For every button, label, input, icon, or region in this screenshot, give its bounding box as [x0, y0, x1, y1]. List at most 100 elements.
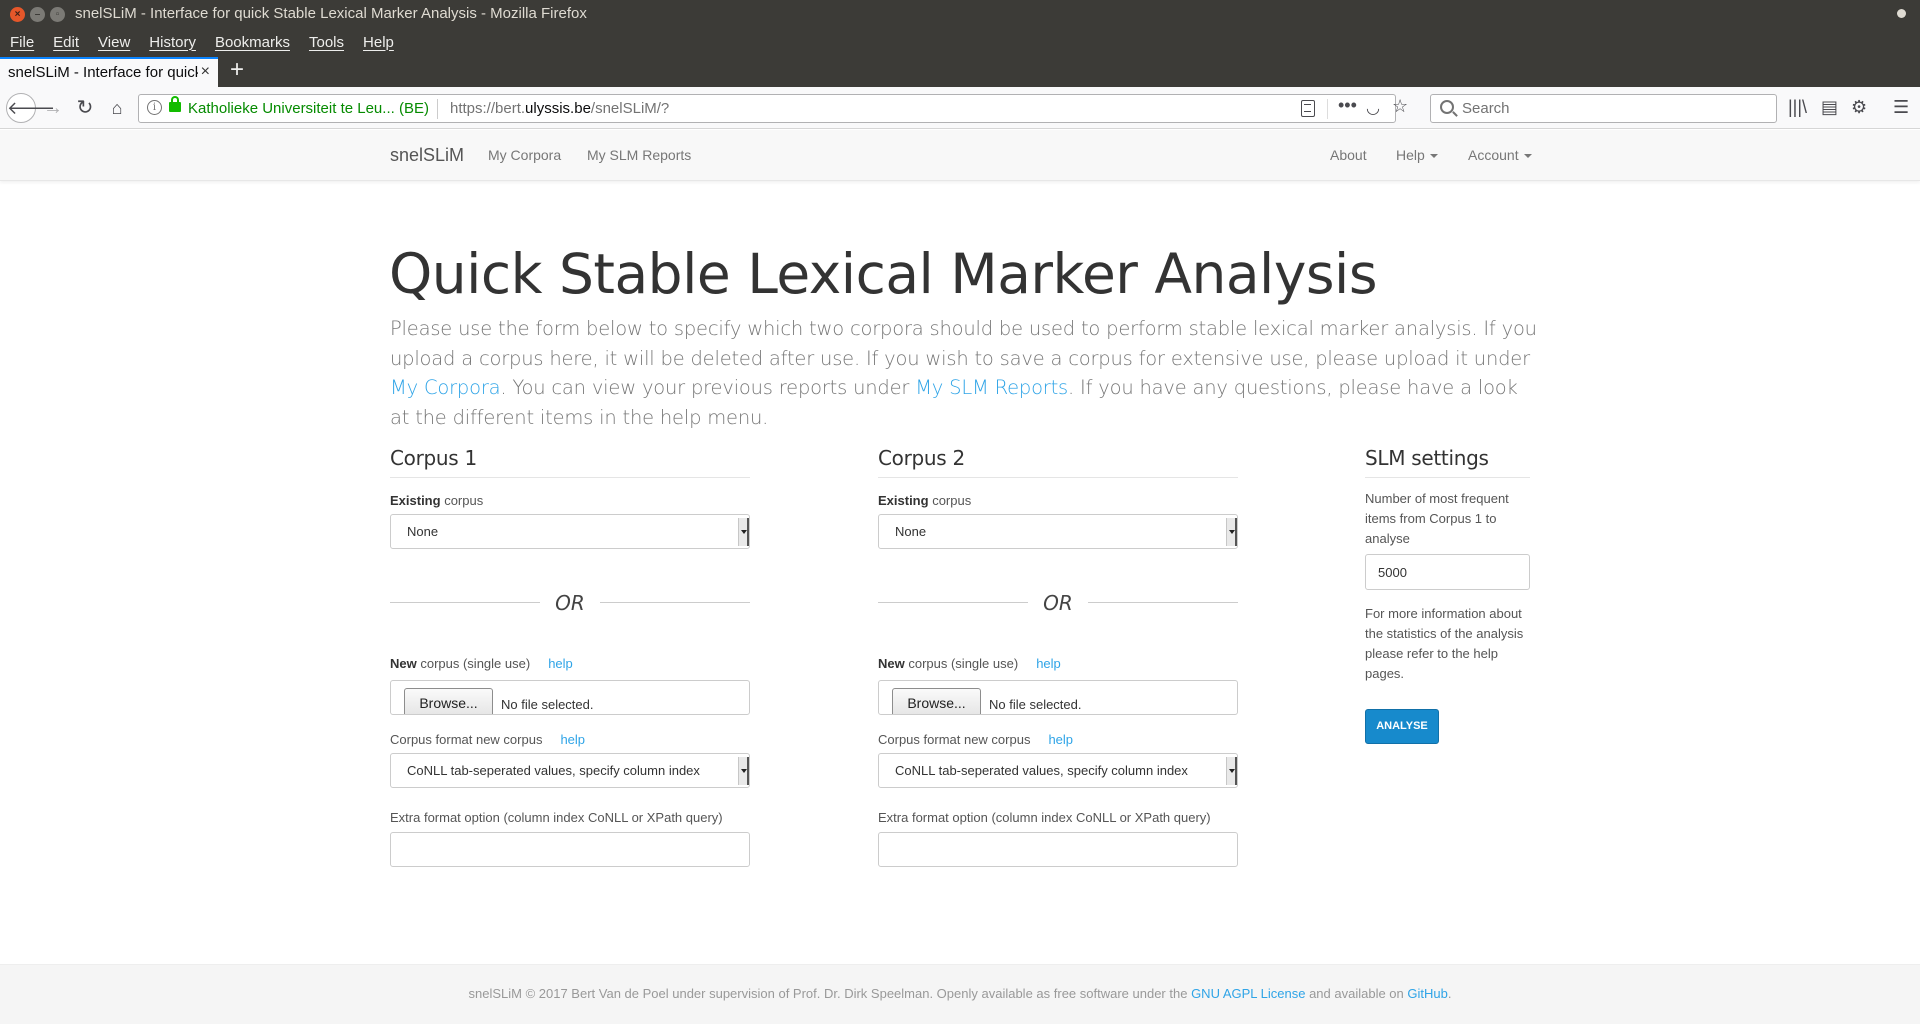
home-button[interactable]: ⌂: [104, 95, 130, 121]
link-my-corpora[interactable]: My Corpora: [390, 376, 501, 399]
url-text[interactable]: https://bert.ulyssis.be/snelSLiM/?: [450, 100, 669, 117]
url-prefix: https://bert.: [450, 100, 526, 117]
bookmark-star-icon[interactable]: ☆: [1392, 96, 1408, 117]
urlbar-divider-2: [1327, 99, 1328, 119]
menu-edit[interactable]: Edit: [53, 34, 79, 51]
menu-view[interactable]: View: [98, 34, 130, 51]
search-bar[interactable]: Search: [1430, 94, 1777, 123]
dropdown-arrow-icon: [1226, 518, 1237, 546]
link-my-slm-reports[interactable]: My SLM Reports: [915, 376, 1068, 399]
site-footer: snelSLiM © 2017 Bert Van de Poel under s…: [0, 964, 1920, 1024]
chevron-down-icon: [1429, 154, 1438, 159]
nav-about[interactable]: About: [1330, 147, 1367, 163]
intro-text-part: Please use the form below to specify whi…: [390, 317, 1537, 370]
nav-account-label: Account: [1468, 147, 1519, 163]
url-path: /snelSLiM/?: [590, 100, 670, 117]
menu-help[interactable]: Help: [363, 34, 394, 51]
footer-text: .: [1447, 986, 1452, 1001]
corpus2-existing-label: Existing corpus: [878, 493, 971, 508]
site-navbar: snelSLiM My Corpora My SLM Reports About…: [0, 130, 1920, 181]
label-bold: New: [390, 656, 417, 671]
search-placeholder: Search: [1462, 100, 1510, 117]
lock-icon: [169, 96, 181, 112]
corpus2-format-select[interactable]: CoNLL tab-seperated values, specify colu…: [878, 753, 1238, 788]
corpus2-extra-label: Extra format option (column index CoNLL …: [878, 810, 1211, 825]
nav-my-corpora[interactable]: My Corpora: [488, 147, 561, 163]
corpus1-file-input[interactable]: Browse... No file selected.: [390, 680, 750, 715]
label-bold: Existing: [390, 493, 441, 508]
corpus1-new-help-link[interactable]: help: [548, 656, 573, 671]
label-text: Corpus format new corpus: [390, 732, 543, 747]
forward-button[interactable]: →: [40, 95, 66, 121]
back-button[interactable]: 🡐: [6, 93, 55, 123]
corpus2-new-label: New corpus (single use) help: [878, 656, 1061, 671]
url-bar[interactable]: i Katholieke Universiteit te Leu... (BE)…: [138, 94, 1408, 123]
pocket-icon[interactable]: ◡: [1366, 98, 1380, 118]
corpus1-format-label: Corpus format new corpus help: [390, 732, 585, 747]
tab-active[interactable]: snelSLiM - Interface for quick Stable Le…: [0, 57, 218, 87]
menubar: File Edit View History Bookmarks Tools H…: [0, 29, 1920, 55]
site-info-icon[interactable]: i: [147, 100, 162, 115]
slm-settings-heading: SLM settings: [1365, 446, 1530, 478]
corpus2-section: Corpus 2 Existing corpus None OR New cor…: [878, 446, 1238, 867]
corpus2-format-help-link[interactable]: help: [1048, 732, 1073, 747]
corpus2-file-input[interactable]: Browse... No file selected.: [878, 680, 1238, 715]
menu-history[interactable]: History: [149, 34, 196, 51]
settings-info-text: For more information about the statistic…: [1365, 606, 1524, 681]
window-minimize-button[interactable]: –: [30, 7, 45, 22]
or-divider: OR: [878, 591, 1238, 615]
corpus1-format-select[interactable]: CoNLL tab-seperated values, specify colu…: [390, 753, 750, 788]
site-identity[interactable]: Katholieke Universiteit te Leu... (BE): [188, 100, 429, 117]
footer-text: snelSLiM © 2017 Bert Van de Poel under s…: [468, 986, 1192, 1001]
reload-button[interactable]: ↻: [72, 95, 98, 121]
label-rest: corpus: [440, 493, 484, 508]
corpus2-heading: Corpus 2: [878, 446, 1238, 478]
corpus1-extra-label: Extra format option (column index CoNLL …: [390, 810, 723, 825]
menu-file[interactable]: File: [10, 34, 34, 51]
window-maximize-button[interactable]: ▫: [50, 7, 65, 22]
library-icon[interactable]: |||\: [1788, 97, 1807, 117]
select-value: None: [895, 524, 927, 539]
tab-close-icon[interactable]: ×: [201, 63, 210, 81]
sidebar-icon[interactable]: ▤: [1821, 97, 1838, 117]
label-rest: corpus: [928, 493, 972, 508]
corpus2-new-help-link[interactable]: help: [1036, 656, 1061, 671]
frequency-input[interactable]: 5000: [1365, 554, 1530, 590]
analyse-button[interactable]: ANALYSE: [1365, 709, 1439, 744]
nav-account-dropdown[interactable]: Account: [1468, 147, 1532, 163]
window-close-button[interactable]: ×: [10, 7, 25, 22]
dropdown-arrow-icon: [738, 518, 749, 546]
corpus2-extra-input[interactable]: [878, 832, 1238, 867]
reader-view-icon[interactable]: [1301, 100, 1315, 117]
corpus2-browse-button[interactable]: Browse...: [892, 688, 981, 714]
dropdown-arrow-icon: [738, 757, 749, 785]
github-link[interactable]: GitHub: [1407, 986, 1447, 1001]
intro-text-part: . You can view your previous reports und…: [500, 376, 916, 399]
label-rest: corpus (single use): [904, 656, 1019, 671]
corpus1-existing-label: Existing corpus: [390, 493, 483, 508]
corpus1-extra-input[interactable]: [390, 832, 750, 867]
corpus1-browse-button[interactable]: Browse...: [404, 688, 493, 714]
window-title: snelSLiM - Interface for quick Stable Le…: [75, 5, 587, 22]
menu-bookmarks[interactable]: Bookmarks: [215, 34, 290, 51]
corpus1-format-help-link[interactable]: help: [560, 732, 585, 747]
extension-icon[interactable]: ⚙: [1851, 97, 1867, 117]
corpus1-existing-select[interactable]: None: [390, 514, 750, 549]
hamburger-menu-icon[interactable]: ☰: [1893, 97, 1909, 117]
dropdown-arrow-icon: [1226, 757, 1237, 785]
corpus2-existing-select[interactable]: None: [878, 514, 1238, 549]
page-actions-icon[interactable]: •••: [1338, 95, 1357, 116]
nav-my-slm-reports[interactable]: My SLM Reports: [587, 147, 691, 163]
corpus2-no-file-text: No file selected.: [989, 697, 1082, 712]
license-link[interactable]: GNU AGPL License: [1191, 986, 1305, 1001]
urlbar-divider: [437, 99, 438, 119]
or-divider: OR: [390, 591, 750, 615]
corpus1-no-file-text: No file selected.: [501, 697, 594, 712]
site-brand[interactable]: snelSLiM: [390, 145, 464, 166]
new-tab-button[interactable]: +: [230, 58, 244, 82]
select-value: CoNLL tab-seperated values, specify colu…: [895, 763, 1188, 778]
nav-help-dropdown[interactable]: Help: [1396, 147, 1438, 163]
label-bold: New: [878, 656, 905, 671]
menu-tools[interactable]: Tools: [309, 34, 344, 51]
search-icon: [1440, 100, 1454, 114]
